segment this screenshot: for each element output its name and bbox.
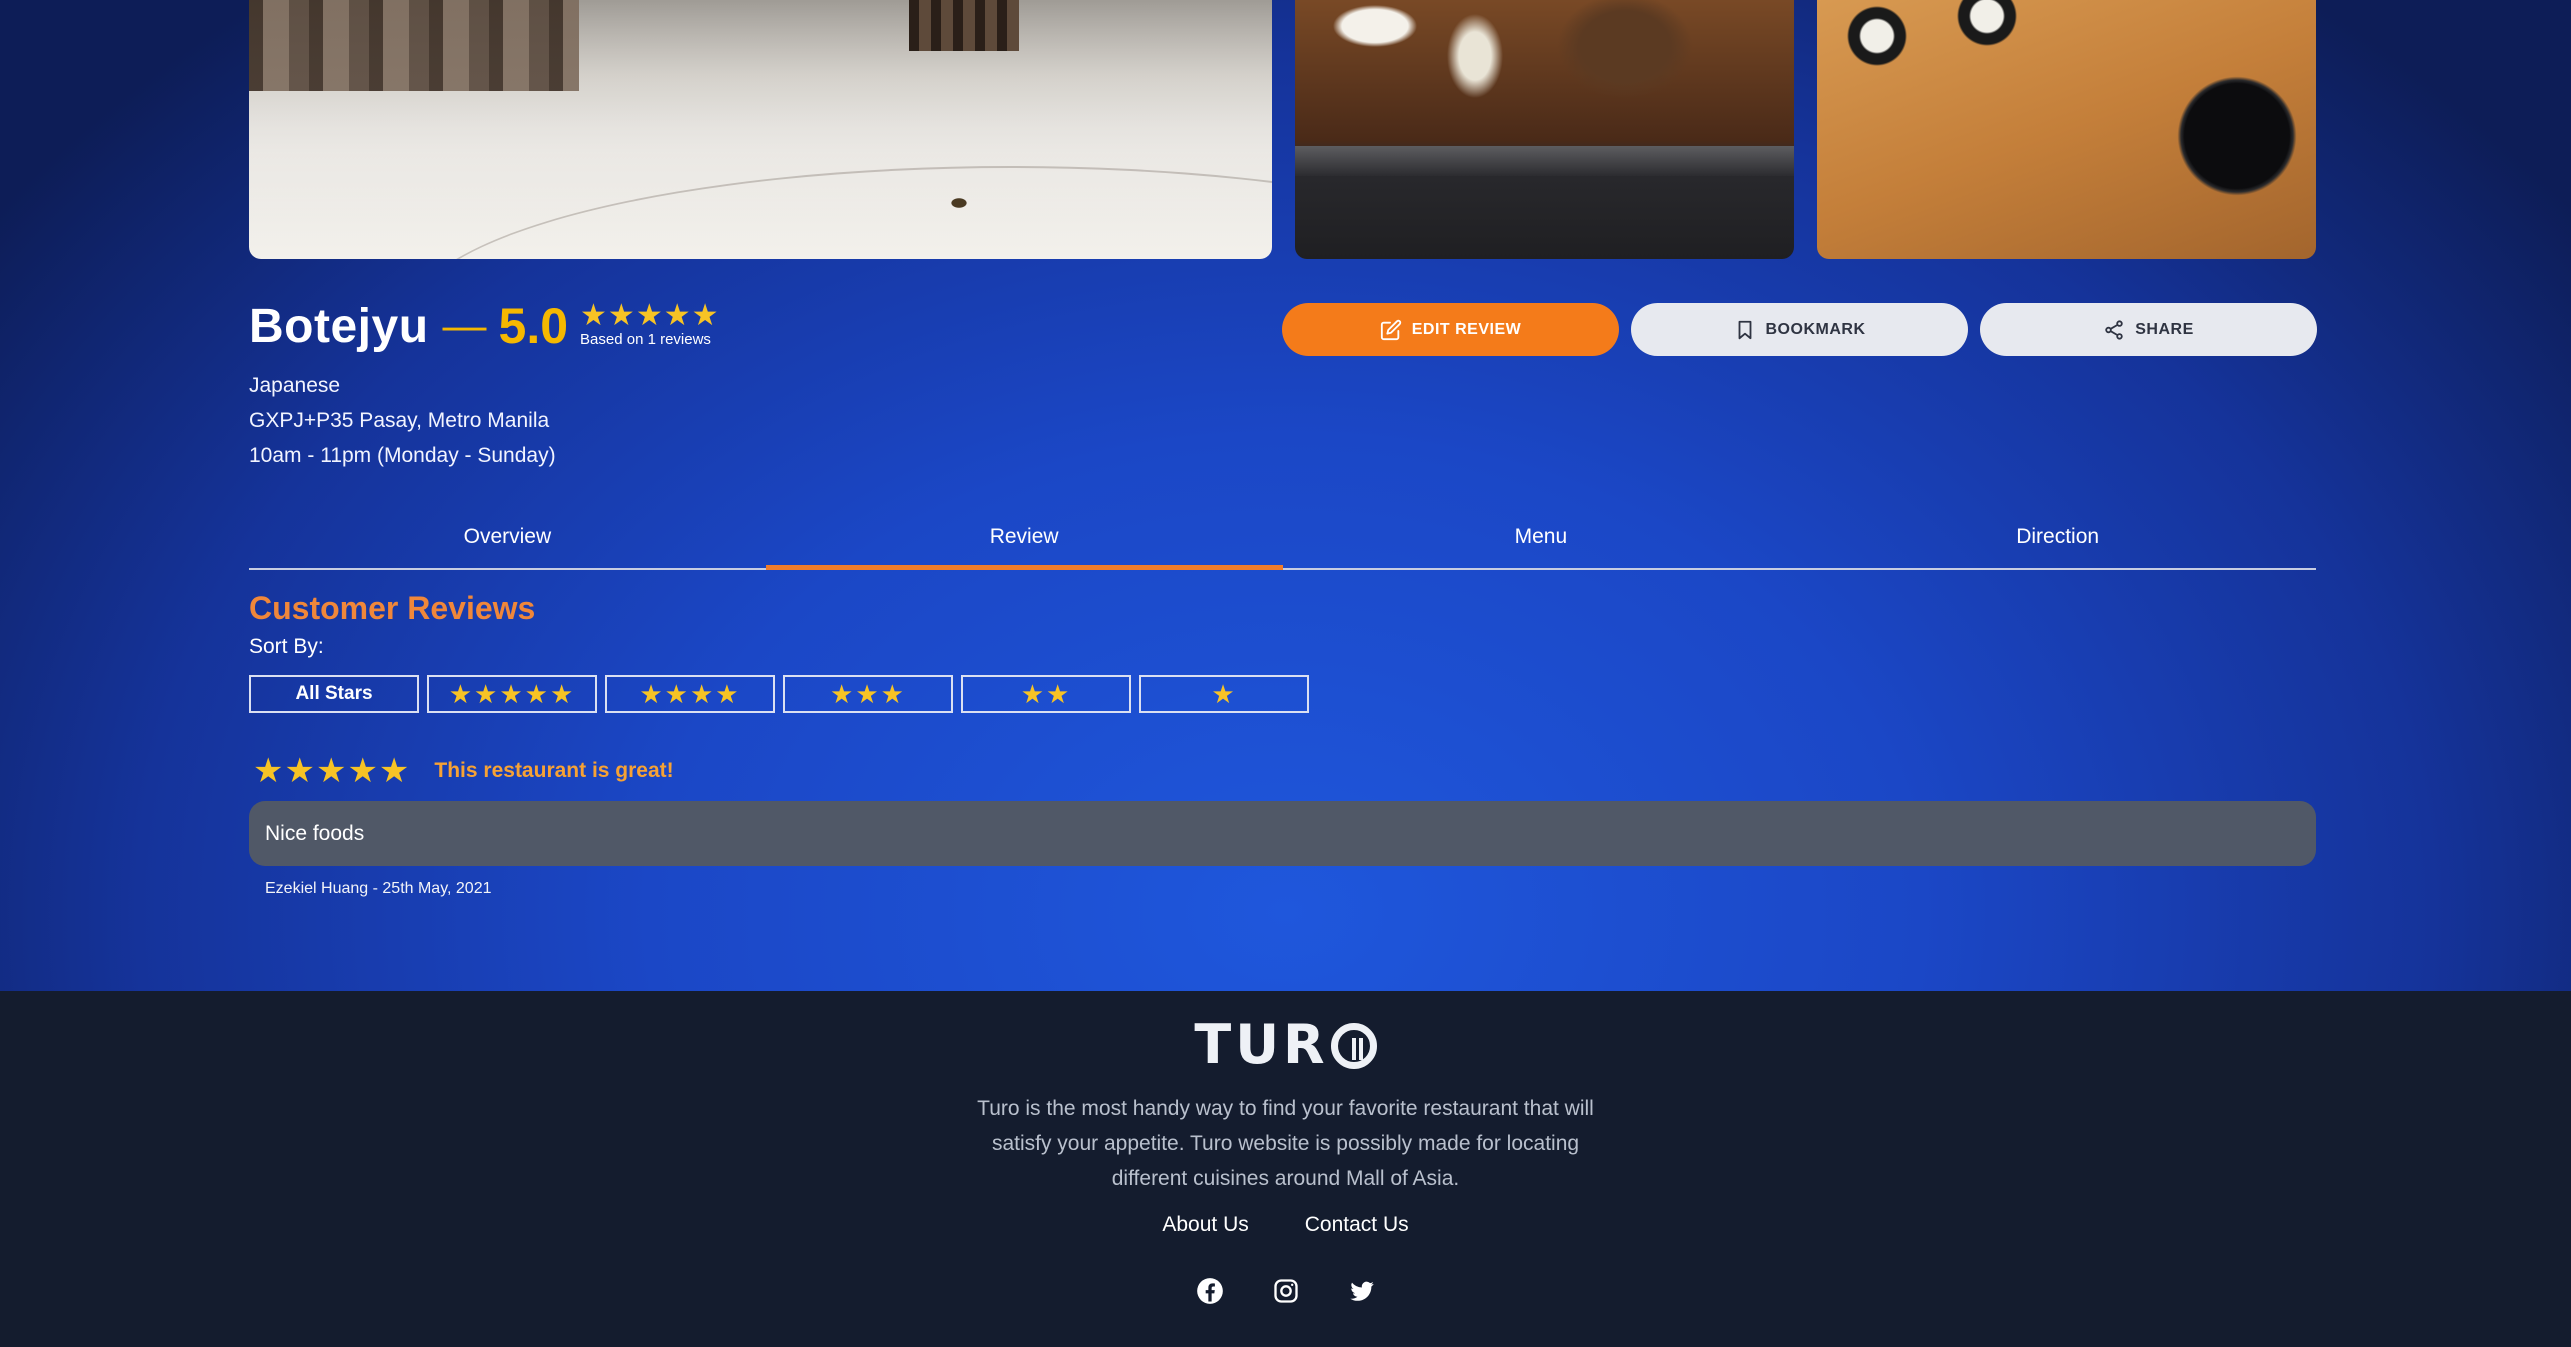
footer-links: About Us Contact Us <box>0 1213 2571 1237</box>
review-author: Ezekiel Huang - 25th May, 2021 <box>265 880 492 897</box>
filter-5-stars[interactable]: ★★★★★ <box>427 675 597 713</box>
filter-stars: ★★★★ <box>639 678 741 709</box>
filter-stars: ★★★★★ <box>448 678 576 709</box>
footer-about-text: Turo is the most handy way to find your … <box>977 1097 1594 1190</box>
filter-stars: ★★★ <box>830 678 906 709</box>
photo-detail <box>249 0 579 91</box>
star-filters: All Stars ★★★★★ ★★★★ ★★★ ★★ ★ <box>249 675 2316 713</box>
review-title: This restaurant is great! <box>434 759 674 782</box>
reviews-heading: Customer Reviews <box>249 590 536 626</box>
review-item: ★★★★★ This restaurant is great! Nice foo… <box>249 751 2316 898</box>
photo-detail <box>1295 146 1794 176</box>
restaurant-info: Botejyu — 5.0 ★★★★★ Based on 1 reviews J… <box>249 296 720 473</box>
reviews-section: Customer Reviews Sort By: All Stars ★★★★… <box>249 590 2316 898</box>
edit-review-button[interactable]: EDIT REVIEW <box>1282 303 1619 356</box>
title-dash: — <box>442 301 487 350</box>
tab-overview[interactable]: Overview <box>249 506 766 568</box>
restaurant-meta: Japanese GXPJ+P35 Pasay, Metro Manila 10… <box>249 368 720 473</box>
title-row: Botejyu — 5.0 ★★★★★ Based on 1 reviews <box>249 296 720 356</box>
social-links <box>0 1276 2571 1306</box>
logo-utensils-icon <box>1330 1023 1377 1069</box>
filter-3-stars[interactable]: ★★★ <box>783 675 953 713</box>
restaurant-main: Botejyu — 5.0 ★★★★★ Based on 1 reviews J… <box>0 0 2571 991</box>
share-icon <box>2105 319 2123 340</box>
photo-detail <box>909 0 1019 51</box>
contact-us-link[interactable]: Contact Us <box>1305 1213 1409 1237</box>
share-label: SHARE <box>2135 320 2194 338</box>
rating-stars: ★★★★★ <box>580 299 720 332</box>
restaurant-photo-sushi[interactable] <box>1817 0 2316 259</box>
restaurant-photo-interior[interactable] <box>249 0 1272 259</box>
about-us-link[interactable]: About Us <box>1162 1213 1248 1237</box>
review-count: Based on 1 reviews <box>580 331 711 348</box>
tab-direction[interactable]: Direction <box>1799 506 2316 568</box>
restaurant-photo-food[interactable] <box>1295 0 1794 259</box>
restaurant-name: Botejyu <box>249 299 429 353</box>
photo-detail <box>409 166 1272 259</box>
filter-stars: ★ <box>1211 678 1237 709</box>
filter-4-stars[interactable]: ★★★★ <box>605 675 775 713</box>
restaurant-hours: 10am - 11pm (Monday - Sunday) <box>249 444 556 467</box>
footer-about: Turo is the most handy way to find your … <box>0 1091 2571 1196</box>
footer-logo[interactable]: TUR <box>0 1013 2571 1076</box>
restaurant-tabs: Overview Review Menu Direction <box>249 506 2316 570</box>
share-button[interactable]: SHARE <box>1980 303 2317 356</box>
instagram-icon[interactable] <box>1271 1276 1301 1306</box>
tab-review[interactable]: Review <box>765 506 1283 570</box>
site-footer: TUR Turo is the most handy way to find y… <box>0 991 2571 1347</box>
edit-review-label: EDIT REVIEW <box>1411 320 1522 338</box>
filter-stars: ★★ <box>1020 678 1072 709</box>
logo-text: TUR <box>1194 1013 1329 1076</box>
restaurant-cuisine: Japanese <box>249 374 341 397</box>
bookmark-button[interactable]: BOOKMARK <box>1631 303 1968 356</box>
filter-all-stars[interactable]: All Stars <box>249 675 419 713</box>
review-header: ★★★★★ This restaurant is great! <box>249 751 2316 791</box>
filter-1-star[interactable]: ★ <box>1139 675 1309 713</box>
bookmark-icon <box>1738 320 1751 339</box>
restaurant-score: 5.0 <box>498 298 569 354</box>
action-buttons: EDIT REVIEW BOOKMARK SHARE <box>1282 303 2317 356</box>
rating-summary: ★★★★★ Based on 1 reviews <box>580 299 720 349</box>
edit-icon <box>1380 319 1401 340</box>
restaurant-address: GXPJ+P35 Pasay, Metro Manila <box>249 409 550 432</box>
tab-menu[interactable]: Menu <box>1283 506 1800 568</box>
twitter-icon[interactable] <box>1347 1276 1377 1306</box>
review-body: Nice foods <box>249 801 2316 866</box>
review-stars: ★★★★★ <box>253 752 411 790</box>
facebook-icon[interactable] <box>1195 1276 1225 1306</box>
bookmark-label: BOOKMARK <box>1765 320 1866 338</box>
sort-label: Sort By: <box>249 635 324 658</box>
filter-2-stars[interactable]: ★★ <box>961 675 1131 713</box>
